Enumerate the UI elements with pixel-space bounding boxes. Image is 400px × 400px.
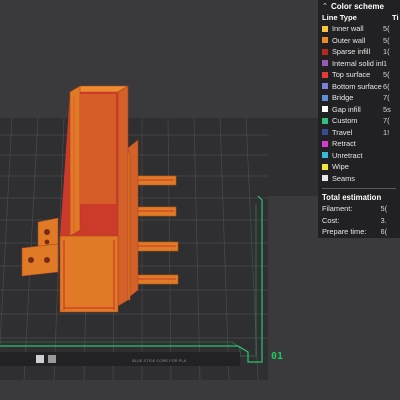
legend-item-label: Internal solid infill xyxy=(332,58,383,68)
estimation-label: Filament: xyxy=(322,204,353,214)
legend-item[interactable]: Gap infill 5s xyxy=(322,104,400,116)
legend-item-label: Inner wall xyxy=(332,24,364,34)
legend-item-time: 1! xyxy=(383,127,390,137)
legend-item-label: Outer wall xyxy=(332,35,366,45)
plate-number[interactable]: 01 xyxy=(271,351,283,362)
legend-item-label: Wipe xyxy=(332,162,349,172)
legend-item-time: 1 xyxy=(383,58,388,68)
legend-swatch xyxy=(322,175,328,182)
legend-item-label: Sparse infill xyxy=(332,47,371,57)
legend-swatch xyxy=(322,48,328,55)
legend-swatch xyxy=(322,94,328,101)
legend-item-time: 5s xyxy=(383,104,391,114)
legend-item-label: Travel xyxy=(332,127,353,137)
legend-item-label: Unretract xyxy=(332,150,363,160)
legend-item[interactable]: Unretract xyxy=(322,150,400,162)
legend-item[interactable]: Top surface 5( xyxy=(322,69,400,81)
legend-item-label: Gap infill xyxy=(332,104,361,114)
legend-item[interactable]: Wipe xyxy=(322,161,400,173)
legend-item-time: 6( xyxy=(383,81,390,91)
column-time: Ti xyxy=(392,13,399,22)
legend-list: Inner wall 5(Outer wall 5(Sparse infill 1(I… xyxy=(322,23,400,184)
estimation-row: Cost: 3. xyxy=(322,215,400,227)
legend-swatch xyxy=(322,60,328,67)
legend-item-label: Top surface xyxy=(332,70,371,80)
legend-swatch xyxy=(322,140,328,147)
legend-item[interactable]: Bottom surface 6( xyxy=(322,81,400,93)
legend-swatch xyxy=(322,129,328,136)
legend-swatch xyxy=(322,163,328,170)
legend-item[interactable]: Inner wall 5( xyxy=(322,23,400,35)
legend-swatch xyxy=(322,152,328,159)
estimation-list: Filament: 5( Cost: 3. Prepare time: 6(Model p… xyxy=(322,203,400,238)
estimation-row: Model printing time:4( xyxy=(322,238,400,239)
estimation-row: Filament: 5( xyxy=(322,203,400,215)
legend-swatch xyxy=(322,106,328,113)
legend-item-label: Bridge xyxy=(332,93,354,103)
estimation-title: Total estimation xyxy=(322,192,382,202)
legend-item[interactable]: Custom 7( xyxy=(322,115,400,127)
legend-item[interactable]: Sparse infill 1( xyxy=(322,46,400,58)
legend-swatch xyxy=(322,83,328,90)
estimation-value: 3. xyxy=(380,215,387,225)
divider xyxy=(322,188,396,189)
model-box xyxy=(59,85,130,313)
legend-item-time: 5( xyxy=(383,70,390,80)
plate-qr-mark xyxy=(36,355,44,363)
estimation-value: 6( xyxy=(380,227,388,237)
color-scheme-panel: ⌃ Color scheme Line Type Ti Inner wall 5(… xyxy=(318,0,400,238)
plate-label-text: BLUE STICK CORE FOR PLA xyxy=(132,358,187,363)
estimation-row: Prepare time: 6( xyxy=(322,226,400,238)
legend-title: Color scheme xyxy=(331,1,384,11)
legend-header[interactable]: ⌃ Color scheme xyxy=(322,0,400,12)
legend-swatch xyxy=(322,71,328,78)
legend-item-label: Custom xyxy=(332,116,358,126)
legend-swatch xyxy=(322,37,328,44)
legend-item-time: 5( xyxy=(383,35,390,45)
legend-column-headers: Line Type Ti xyxy=(322,12,400,23)
legend-item[interactable]: Seams xyxy=(322,173,400,185)
legend-item[interactable]: Travel 1! xyxy=(322,127,400,139)
legend-item-label: Bottom surface xyxy=(332,81,382,91)
estimation-label: Prepare time: xyxy=(322,227,367,237)
column-line-type: Line Type xyxy=(322,13,357,22)
legend-item-time: 5( xyxy=(383,24,390,34)
legend-item-label: Retract xyxy=(332,139,356,149)
legend-item[interactable]: Bridge 7( xyxy=(322,92,400,104)
plate-logo-mark xyxy=(48,355,56,363)
legend-item[interactable]: Outer wall 5( xyxy=(322,35,400,47)
legend-item-label: Seams xyxy=(332,173,356,183)
legend-item[interactable]: Internal solid infill1 xyxy=(322,58,400,70)
legend-swatch xyxy=(322,117,328,124)
legend-item-time: 7( xyxy=(383,116,390,126)
chevron-up-icon[interactable]: ⌃ xyxy=(322,2,331,10)
legend-swatch xyxy=(322,25,328,32)
estimation-label: Cost: xyxy=(322,215,340,225)
legend-item-time: 7( xyxy=(383,93,390,103)
legend-item-time: 1( xyxy=(383,47,390,57)
legend-item[interactable]: Retract xyxy=(322,138,400,150)
estimation-value: 5( xyxy=(380,204,388,214)
